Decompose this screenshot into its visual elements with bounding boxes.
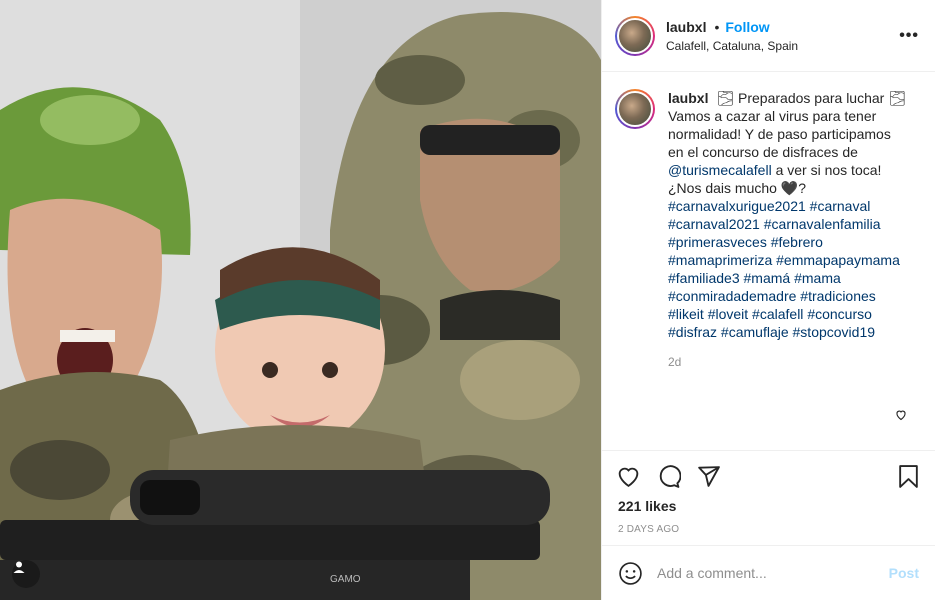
post-photo[interactable]: GAMO <box>0 0 601 600</box>
location-link[interactable]: Calafell, Cataluna, Spain <box>666 39 899 53</box>
hashtag-link[interactable]: #febrero <box>771 234 823 250</box>
hashtag-link[interactable]: #primerasveces <box>668 234 767 250</box>
caption-username[interactable]: laubxl <box>668 90 708 106</box>
likes-count[interactable]: 221 likes <box>602 498 935 514</box>
hashtag-link[interactable]: #emmapapaymama <box>776 252 900 268</box>
hashtag-link[interactable]: #conmiradademadre <box>668 288 796 304</box>
tagged-user-icon[interactable] <box>12 560 40 588</box>
hashtag-link[interactable]: #familiade3 <box>668 270 740 286</box>
comment-icon[interactable] <box>656 464 681 489</box>
hashtag-link[interactable]: #carnaval <box>810 198 871 214</box>
photo-illustration: GAMO <box>0 0 601 600</box>
header-line: laubxl • Follow <box>666 19 899 35</box>
hashtag-link[interactable]: #stopcovid19 <box>793 324 876 340</box>
comment-like-icon[interactable] <box>895 408 907 426</box>
comment-input[interactable] <box>657 565 889 581</box>
more-options-icon[interactable]: ••• <box>899 27 919 45</box>
hashtag-link[interactable]: #likeit <box>668 306 704 322</box>
hashtag-link[interactable]: #concurso <box>807 306 872 322</box>
comments-area: laubxl 🌫 Preparados para luchar 🌫 Vamos … <box>602 73 935 450</box>
post-comment-button[interactable]: Post <box>889 565 919 581</box>
username-link[interactable]: laubxl <box>666 19 706 35</box>
mention-link[interactable]: @turismecalafell <box>668 162 772 178</box>
hashtag-link[interactable]: #calafell <box>752 306 803 322</box>
caption: laubxl 🌫 Preparados para luchar 🌫 Vamos … <box>615 89 919 341</box>
bookmark-icon[interactable] <box>896 464 921 489</box>
hashtag-link[interactable]: #mamá <box>744 270 791 286</box>
hashtag-link[interactable]: #mamaprimeriza <box>668 252 772 268</box>
post-header: laubxl • Follow Calafell, Cataluna, Spai… <box>602 0 935 72</box>
post-panel: laubxl • Follow Calafell, Cataluna, Spai… <box>601 0 935 600</box>
smiley-icon[interactable] <box>618 561 643 586</box>
hashtag-link[interactable]: #mama <box>794 270 841 286</box>
hashtag-link[interactable]: #tradiciones <box>800 288 876 304</box>
avatar[interactable] <box>615 15 655 56</box>
follow-button[interactable]: Follow <box>725 19 769 35</box>
hashtag-link[interactable]: #disfraz <box>668 324 717 340</box>
post-timestamp[interactable]: 2 DAYS AGO <box>602 524 935 535</box>
hashtag-link[interactable]: #loveit <box>708 306 748 322</box>
caption-avatar[interactable] <box>615 89 655 129</box>
action-bar <box>602 451 935 501</box>
hashtag-link[interactable]: #carnavalxurigue2021 <box>668 198 806 214</box>
actions-area: 221 likes 2 DAYS AGO <box>602 450 935 535</box>
hashtag-link[interactable]: #carnaval2021 <box>668 216 760 232</box>
hashtag-link[interactable]: #carnavalenfamilia <box>764 216 881 232</box>
header-text: laubxl • Follow Calafell, Cataluna, Spai… <box>666 19 899 53</box>
svg-text:GAMO: GAMO <box>330 574 361 585</box>
separator-dot: • <box>714 18 720 35</box>
caption-text: laubxl 🌫 Preparados para luchar 🌫 Vamos … <box>668 89 908 341</box>
add-comment-bar: Post <box>602 545 935 600</box>
caption-time: 2d <box>668 355 682 369</box>
share-icon[interactable] <box>696 464 721 489</box>
heart-icon[interactable] <box>616 464 641 489</box>
hashtag-link[interactable]: #camuflaje <box>721 324 789 340</box>
